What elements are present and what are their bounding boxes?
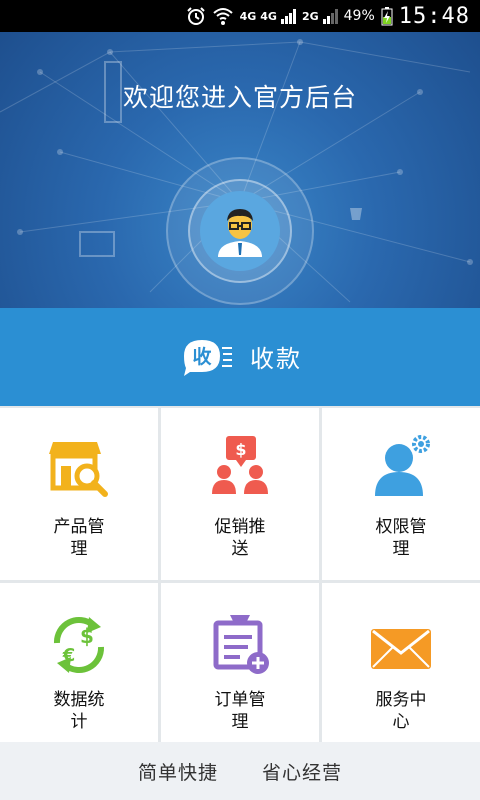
grid-item-stats[interactable]: $ € 数据统 计 [0,583,158,742]
payment-bar[interactable]: 收 收款 [0,308,480,406]
network-type-2: 4G [260,9,277,23]
signal-icon [280,8,296,24]
order-add-icon [208,613,272,677]
mail-icon [369,617,433,681]
payment-icon-text: 收 [192,345,211,368]
status-bar: 4G 4G 2G 49% 15:48 [0,0,480,32]
store-search-icon [47,434,111,498]
network-type-1: 4G [239,9,257,23]
wifi-icon [212,8,233,25]
payment-button[interactable]: 收 收款 [180,336,302,376]
grid-item-orders[interactable]: 订单管 理 [161,583,319,742]
grid-item-label: 权限管 理 [375,517,427,559]
grid-item-service[interactable]: 服务中 心 [322,583,480,742]
battery-percent: 49% [343,8,375,24]
network-type-3: 2G [301,9,319,23]
grid-item-product[interactable]: 产品管 理 [0,408,158,580]
promotion-icon: $ [208,434,272,498]
status-icons: 4G 4G 2G 49% 15:48 [186,3,470,29]
hero-title: 欢迎您进入官方后台 [122,83,357,112]
user-gear-icon [369,434,433,498]
signal-icon-2 [322,8,338,24]
payment-icon: 收 [180,336,232,376]
svg-text:€: € [62,645,76,666]
grid-item-label: 服务中 心 [375,690,427,732]
grid-item-permission[interactable]: 权限管 理 [322,408,480,580]
svg-text:$: $ [80,624,94,648]
grid-item-promo[interactable]: $ 促销推 送 [161,408,319,580]
clock: 15:48 [398,3,470,29]
grid-item-label: 产品管 理 [53,517,105,559]
function-grid: 产品管 理 $ 促销推 送 权限管 理 $ € 数据统 计 订单管 理 服务中 … [0,406,480,742]
grid-item-label: 订单管 理 [214,690,266,732]
avatar[interactable] [200,191,280,271]
footer-slogan-right: 省心经营 [262,761,343,784]
user-avatar-icon [218,209,262,257]
svg-text:$: $ [235,440,246,459]
footer-slogan-left: 简单快捷 [137,761,218,784]
alarm-icon [186,7,205,25]
grid-item-label: 促销推 送 [214,517,266,559]
battery-charging-icon [381,7,393,26]
hero-banner: 欢迎您进入官方后台 [0,32,480,308]
grid-item-label: 数据统 计 [53,690,105,732]
payment-label: 收款 [250,344,302,373]
footer-slogan: 简单快捷 省心经营 [0,742,480,800]
currency-exchange-icon: $ € [47,613,111,677]
